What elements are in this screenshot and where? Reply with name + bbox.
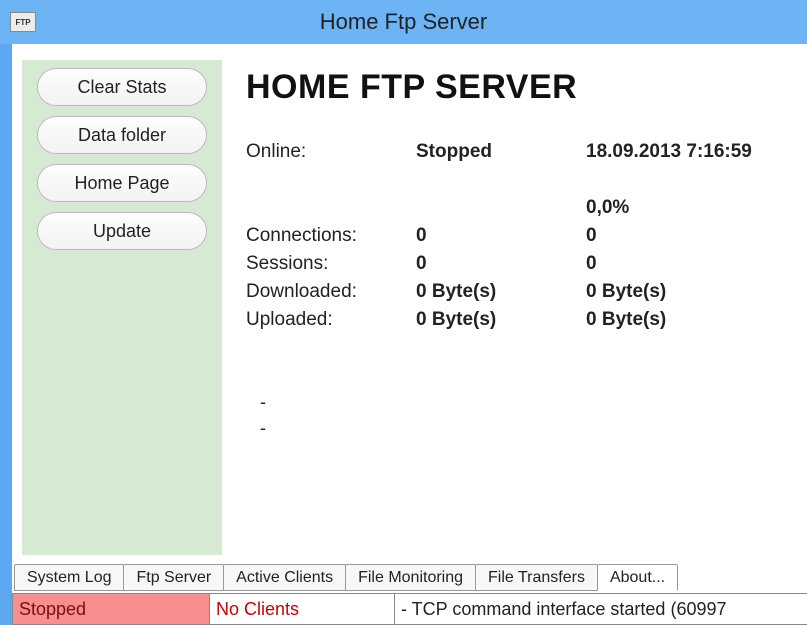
client-area: Clear Stats Data folder Home Page Update… xyxy=(12,44,807,625)
status-bar: Stopped No Clients - TCP command interfa… xyxy=(12,593,807,625)
percent-value: 0,0% xyxy=(586,197,797,219)
content-area: HOME FTP SERVER Online: Stopped 18.09.20… xyxy=(222,60,807,555)
sidebar: Clear Stats Data folder Home Page Update xyxy=(22,60,222,555)
update-button[interactable]: Update xyxy=(37,212,207,250)
connections-value-2: 0 xyxy=(586,225,797,247)
main-panel: Clear Stats Data folder Home Page Update… xyxy=(12,44,807,561)
info-line-2: - xyxy=(260,415,797,441)
titlebar: FTP Home Ftp Server xyxy=(0,0,807,44)
page-heading: HOME FTP SERVER xyxy=(246,68,797,107)
data-folder-button[interactable]: Data folder xyxy=(37,116,207,154)
tab-file-monitoring[interactable]: File Monitoring xyxy=(345,564,476,591)
home-page-button[interactable]: Home Page xyxy=(37,164,207,202)
tab-about[interactable]: About... xyxy=(597,564,678,591)
info-line-1: - xyxy=(260,389,797,415)
info-list: - - xyxy=(246,389,797,441)
uploaded-value-2: 0 Byte(s) xyxy=(586,309,797,331)
status-server-state: Stopped xyxy=(12,593,210,625)
online-status: Stopped xyxy=(416,141,586,163)
tab-system-log[interactable]: System Log xyxy=(14,564,124,591)
tab-ftp-server[interactable]: Ftp Server xyxy=(123,564,224,591)
uploaded-label: Uploaded: xyxy=(246,309,416,331)
clear-stats-button[interactable]: Clear Stats xyxy=(37,68,207,106)
connections-label: Connections: xyxy=(246,225,416,247)
status-clients: No Clients xyxy=(209,593,395,625)
downloaded-label: Downloaded: xyxy=(246,281,416,303)
downloaded-value-1: 0 Byte(s) xyxy=(416,281,586,303)
app-icon: FTP xyxy=(10,12,36,32)
sessions-value-2: 0 xyxy=(586,253,797,275)
online-datetime: 18.09.2013 7:16:59 xyxy=(586,141,797,163)
stats-grid: Online: Stopped 18.09.2013 7:16:59 0,0% … xyxy=(246,141,797,331)
tabs-row: System Log Ftp Server Active Clients Fil… xyxy=(12,561,807,591)
tab-active-clients[interactable]: Active Clients xyxy=(223,564,346,591)
downloaded-value-2: 0 Byte(s) xyxy=(586,281,797,303)
uploaded-value-1: 0 Byte(s) xyxy=(416,309,586,331)
online-label: Online: xyxy=(246,141,416,163)
status-log-message: - TCP command interface started (60997 xyxy=(394,593,807,625)
tab-file-transfers[interactable]: File Transfers xyxy=(475,564,598,591)
sessions-label: Sessions: xyxy=(246,253,416,275)
sessions-value-1: 0 xyxy=(416,253,586,275)
connections-value-1: 0 xyxy=(416,225,586,247)
window-title: Home Ftp Server xyxy=(320,9,488,35)
